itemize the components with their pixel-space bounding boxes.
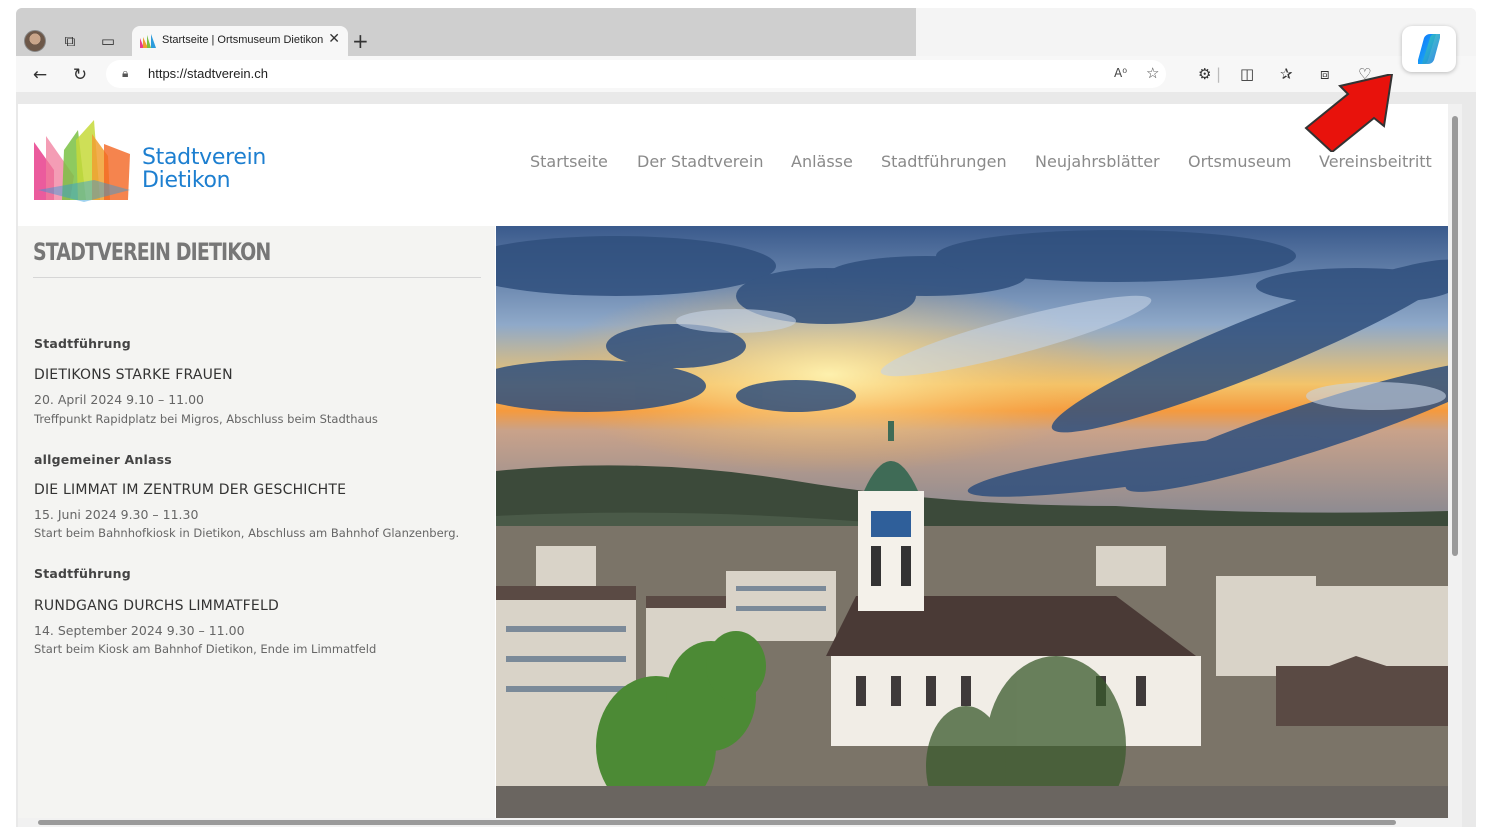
lock-icon[interactable]: 🔒︎ [122,66,128,81]
vertical-scroll-thumb[interactable] [1452,116,1458,556]
nav-neujahrsblaetter[interactable]: Neujahrsblätter [1035,152,1160,171]
event-1-title[interactable]: DIETIKONS STARKE FRAUEN [34,367,233,383]
sidebar-divider [33,277,481,278]
nav-ortsmuseum[interactable]: Ortsmuseum [1188,152,1291,171]
event-2-category: allgemeiner Anlass [34,452,172,467]
back-icon[interactable]: ← [28,64,52,86]
sidebar-title: STADTVEREIN DIETIKON [33,238,271,266]
tab-strip-empty [916,8,1476,56]
browser-window: ⧉ ▭ Startseite | Ortsmuseum Dietikon ✕ +… [16,8,1476,827]
nav-stadtfuehrungen[interactable]: Stadtführungen [881,152,1007,171]
copilot-button[interactable] [1402,26,1456,72]
toolbar-divider: | [1216,65,1222,83]
event-3-date: 14. September 2024 9.30 – 11.00 [34,623,245,638]
event-3-category: Stadtführung [34,566,131,581]
extensions-icon[interactable]: ⚙ [1198,65,1211,83]
profile-avatar[interactable] [24,30,46,52]
nav-anlaesse[interactable]: Anlässe [791,152,853,171]
event-2-location: Start beim Bahnhofkiosk in Dietikon, Abs… [34,526,460,540]
address-bar[interactable]: 🔒︎ https://stadtverein.ch A⁰ ☆ [106,60,1166,88]
event-1-location: Treffpunkt Rapidplatz bei Migros, Abschl… [34,412,378,426]
logo-wordmark[interactable]: Stadtverein Dietikon [142,146,266,192]
tab-strip: ⧉ ▭ Startseite | Ortsmuseum Dietikon ✕ + [16,8,916,56]
logo-line-2: Dietikon [142,168,231,193]
nav-startseite[interactable]: Startseite [530,152,608,171]
toolbar: ← ↻ 🔒︎ https://stadtverein.ch A⁰ ☆ ⚙ | ◫… [16,56,1476,92]
events-sidebar: STADTVEREIN DIETIKON Stadtführung DIETIK… [18,226,495,818]
nav-vereinsbeitritt[interactable]: Vereinsbeitritt [1319,152,1432,171]
logo-line-1: Stadtverein [142,145,267,170]
annotation-red-arrow-icon [1304,74,1394,152]
event-2-title[interactable]: DIE LIMMAT IM ZENTRUM DER GESCHICHTE [34,482,346,498]
event-3-title[interactable]: RUNDGANG DURCHS LIMMATFELD [34,598,279,614]
new-tab-button[interactable]: + [352,30,369,52]
reload-icon[interactable]: ↻ [68,64,92,86]
url-text: https://stadtverein.ch [148,66,268,81]
stadtverein-logo-icon[interactable] [34,120,134,204]
tab-title: Startseite | Ortsmuseum Dietikon [162,34,324,46]
read-aloud-icon[interactable]: A⁰ [1114,66,1127,80]
tab-close-icon[interactable]: ✕ [328,31,340,47]
split-screen-icon[interactable]: ◫ [1240,65,1254,83]
favorite-star-icon[interactable]: ☆ [1146,64,1159,82]
vertical-scrollbar[interactable] [1448,104,1462,818]
horizontal-scrollbar[interactable] [18,818,1462,827]
event-3-location: Start beim Kiosk am Bahnhof Dietikon, En… [34,642,377,656]
hero-image-dietikon-church [496,226,1448,818]
favorites-icon[interactable]: ✰ [1280,65,1293,83]
tab-favicon-icon [140,34,156,48]
copilot-icon [1418,34,1440,64]
site-header: Stadtverein Dietikon Startseite Der Stad… [18,104,1448,226]
web-page: Stadtverein Dietikon Startseite Der Stad… [18,104,1448,818]
vertical-tabs-icon[interactable]: ▭ [96,30,120,52]
nav-der-stadtverein[interactable]: Der Stadtverein [637,152,763,171]
event-2-date: 15. Juni 2024 9.30 – 11.30 [34,507,199,522]
horizontal-scroll-thumb[interactable] [38,820,1396,825]
event-1-date: 20. April 2024 9.10 – 11.00 [34,392,204,407]
workspaces-icon[interactable]: ⧉ [58,30,82,52]
event-1-category: Stadtführung [34,336,131,351]
active-tab[interactable]: Startseite | Ortsmuseum Dietikon ✕ [132,26,348,56]
